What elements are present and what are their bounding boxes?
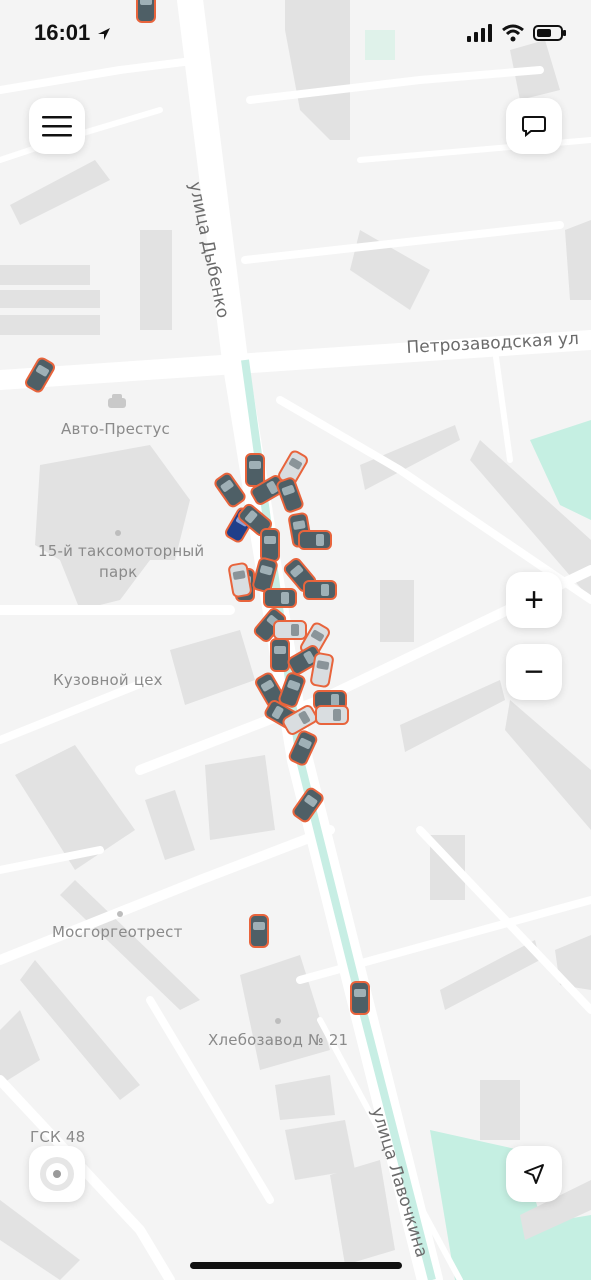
zoom-in-label: + (524, 580, 544, 619)
status-time: 16:01 (34, 20, 112, 46)
place-label: ГСК 48 (30, 1128, 86, 1146)
compass-button[interactable] (29, 1146, 85, 1202)
poi-dot (275, 1018, 281, 1024)
poi-dot (115, 530, 121, 536)
place-label: Авто-Престус (61, 420, 170, 438)
location-arrow-icon (524, 1164, 544, 1184)
status-icons (467, 24, 567, 42)
zoom-in-button[interactable]: + (506, 572, 562, 628)
poi-dot (117, 911, 123, 917)
map-canvas[interactable] (0, 0, 591, 1280)
zoom-out-button[interactable]: − (506, 644, 562, 700)
place-label: 15-й таксомоторный (38, 542, 205, 560)
target-icon (40, 1157, 74, 1191)
home-indicator[interactable] (190, 1262, 402, 1269)
zoom-out-label: − (524, 652, 544, 691)
signal-icon (467, 24, 492, 42)
chat-icon (522, 116, 546, 138)
location-services-icon (98, 28, 111, 41)
place-label: Хлебозавод № 21 (208, 1031, 349, 1049)
place-label: Кузовной цех (53, 671, 163, 689)
battery-icon (533, 25, 566, 41)
menu-icon (42, 116, 72, 137)
my-location-button[interactable] (506, 1146, 562, 1202)
place-label: парк (99, 563, 138, 581)
menu-button[interactable] (29, 98, 85, 154)
wifi-icon (502, 24, 524, 42)
place-label: Мосгоргеотрест (52, 923, 183, 941)
chat-button[interactable] (506, 98, 562, 154)
